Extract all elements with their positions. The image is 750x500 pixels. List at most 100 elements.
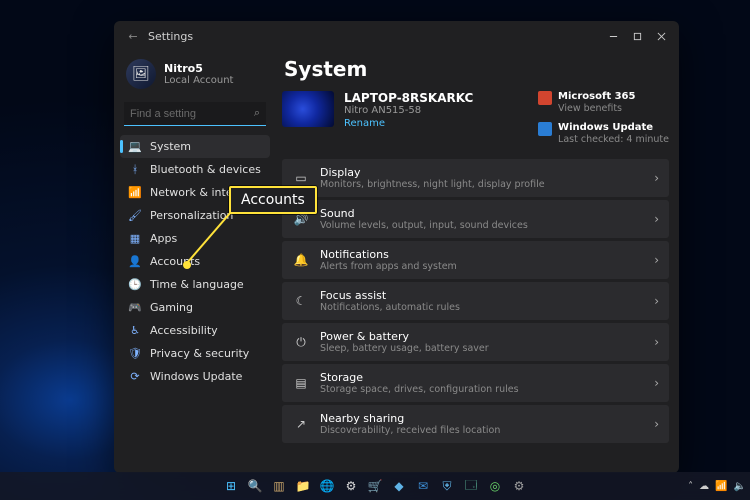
close-button[interactable]: [649, 24, 673, 48]
taskbar-icon[interactable]: ⊞: [221, 476, 241, 496]
category-subtitle: Notifications, automatic rules: [320, 302, 644, 314]
category-nearby-sharing[interactable]: ↗Nearby sharingDiscoverability, received…: [282, 405, 669, 443]
category-subtitle: Discoverability, received files location: [320, 425, 644, 437]
taskbar-icon[interactable]: ⛨: [437, 476, 457, 496]
device-name: LAPTOP-8RSKARKC: [344, 91, 473, 105]
nav-list: 💻SystemᚼBluetooth & devices📶Network & in…: [118, 133, 272, 390]
sidebar-item-time-language[interactable]: 🕒Time & language: [120, 273, 270, 296]
chevron-right-icon: ›: [654, 171, 659, 185]
search-input[interactable]: [124, 102, 266, 126]
taskbar-icon[interactable]: 🛒: [365, 476, 385, 496]
nav-label: System: [150, 140, 191, 153]
promo-name: Windows Update: [558, 122, 669, 134]
taskbar-icon[interactable]: 🔍: [245, 476, 265, 496]
taskbar-icon[interactable]: 🌐: [317, 476, 337, 496]
sidebar: 🖼 Nitro5 Local Account ⌕ 💻System ᚼ Bluetoo…: [114, 51, 276, 473]
sidebar-item-gaming[interactable]: 🎮 Gaming: [120, 296, 270, 319]
sidebar-item-accounts[interactable]: 👤 Accounts: [120, 250, 270, 273]
category-subtitle: Sleep, battery usage, battery saver: [320, 343, 644, 355]
device-rename-link[interactable]: Rename: [344, 118, 473, 129]
taskbar-icon[interactable]: 📁: [293, 476, 313, 496]
category-subtitle: Volume levels, output, input, sound devi…: [320, 220, 644, 232]
sidebar-item-windows-update[interactable]: ⟳ Windows Update: [120, 365, 270, 388]
nav-icon: ♿: [128, 324, 142, 337]
search-icon: ⌕: [254, 106, 260, 120]
avatar: 🖼: [126, 59, 156, 89]
nav-label: Windows Update: [150, 370, 242, 383]
nav-label: Personalization: [150, 209, 233, 222]
titlebar: ← Settings: [114, 21, 679, 51]
sidebar-item-accessibility[interactable]: ♿ Accessibility: [120, 319, 270, 342]
chevron-right-icon: ›: [654, 335, 659, 349]
tray-chevron-icon[interactable]: ˄: [688, 481, 693, 492]
category-icon: ☾: [292, 294, 310, 308]
device-model: Nitro AN515-58: [344, 105, 473, 116]
category-sound[interactable]: 🔊 SoundVolume levels, output, input, soun…: [282, 200, 669, 238]
tray-wifi-icon[interactable]: 📶: [715, 481, 727, 492]
taskbar-icon[interactable]: ◆: [389, 476, 409, 496]
sidebar-item-privacy-security[interactable]: 🛡Privacy & security: [120, 342, 270, 365]
nav-label: Gaming: [150, 301, 193, 314]
category-icon: ⏻: [292, 335, 310, 350]
category-notifications[interactable]: 🔔NotificationsAlerts from apps and syste…: [282, 241, 669, 279]
sidebar-item-bluetooth-devices[interactable]: ᚼ Bluetooth & devices: [120, 158, 270, 181]
category-power-battery[interactable]: ⏻Power & batterySleep, battery usage, ba…: [282, 323, 669, 361]
taskbar-icon[interactable]: ⚙: [341, 476, 361, 496]
promo-sub: View benefits: [558, 103, 635, 114]
chevron-right-icon: ›: [654, 253, 659, 267]
category-display[interactable]: ▭DisplayMonitors, brightness, night ligh…: [282, 159, 669, 197]
maximize-button[interactable]: [625, 24, 649, 48]
taskbar-icon[interactable]: ▥: [269, 476, 289, 496]
sidebar-item-system[interactable]: 💻System: [120, 135, 270, 158]
chevron-right-icon: ›: [654, 294, 659, 308]
page-title: System: [284, 57, 669, 81]
category-storage[interactable]: ▤StorageStorage space, drives, configura…: [282, 364, 669, 402]
promo-sub: Last checked: 4 minute: [558, 134, 669, 145]
annotation-callout: Accounts: [229, 186, 317, 214]
main-pane: System LAPTOP-8RSKARKC Nitro AN515-58 Re…: [276, 51, 679, 473]
promo-windows-update[interactable]: Windows UpdateLast checked: 4 minute: [538, 122, 669, 145]
nav-label: Accessibility: [150, 324, 218, 337]
nav-icon: 👤: [128, 255, 142, 268]
taskbar-icon[interactable]: ⚙: [509, 476, 529, 496]
user-subtitle: Local Account: [164, 75, 233, 86]
device-row: LAPTOP-8RSKARKC Nitro AN515-58 Rename Mi…: [282, 91, 669, 145]
system-tray[interactable]: ˄ ☁ 📶 🔈: [688, 472, 746, 500]
tray-volume-icon[interactable]: 🔈: [734, 481, 746, 492]
category-title: Storage: [320, 371, 644, 384]
category-subtitle: Monitors, brightness, night light, displ…: [320, 179, 644, 191]
nav-icon: 🖌: [128, 209, 142, 222]
taskbar-icon[interactable]: ◎: [485, 476, 505, 496]
category-list: ▭DisplayMonitors, brightness, night ligh…: [282, 159, 669, 443]
nav-icon: ᚼ: [128, 163, 142, 176]
promo-icon: [538, 91, 552, 105]
nav-label: Privacy & security: [150, 347, 249, 360]
taskbar-icon[interactable]: 🗔: [461, 476, 481, 496]
nav-label: Accounts: [150, 255, 200, 268]
category-subtitle: Alerts from apps and system: [320, 261, 644, 273]
category-icon: 🔊: [292, 212, 310, 226]
nav-label: Bluetooth & devices: [150, 163, 261, 176]
search-box: ⌕: [124, 102, 266, 126]
nav-icon: 📶: [128, 186, 142, 199]
nav-icon: 🎮: [128, 301, 142, 314]
back-button[interactable]: ←: [126, 30, 140, 43]
category-title: Focus assist: [320, 289, 644, 302]
nav-icon: ▦: [128, 232, 142, 245]
user-block[interactable]: 🖼 Nitro5 Local Account: [118, 55, 272, 97]
category-title: Sound: [320, 207, 644, 220]
sidebar-item-apps[interactable]: ▦ Apps: [120, 227, 270, 250]
nav-label: Apps: [150, 232, 177, 245]
taskbar-icon[interactable]: ✉: [413, 476, 433, 496]
promo-microsoft-365[interactable]: Microsoft 365View benefits: [538, 91, 669, 114]
category-title: Notifications: [320, 248, 644, 261]
chevron-right-icon: ›: [654, 376, 659, 390]
nav-label: Time & language: [150, 278, 244, 291]
settings-window: ← Settings 🖼 Nitro5 Local Account ⌕ 💻Sys…: [114, 21, 679, 473]
tray-cloud-icon[interactable]: ☁: [699, 481, 709, 492]
category-icon: ↗: [292, 417, 310, 431]
category-focus-assist[interactable]: ☾ Focus assistNotifications, automatic ru…: [282, 282, 669, 320]
device-thumbnail: [282, 91, 334, 127]
minimize-button[interactable]: [601, 24, 625, 48]
nav-icon: ⟳: [128, 370, 142, 383]
